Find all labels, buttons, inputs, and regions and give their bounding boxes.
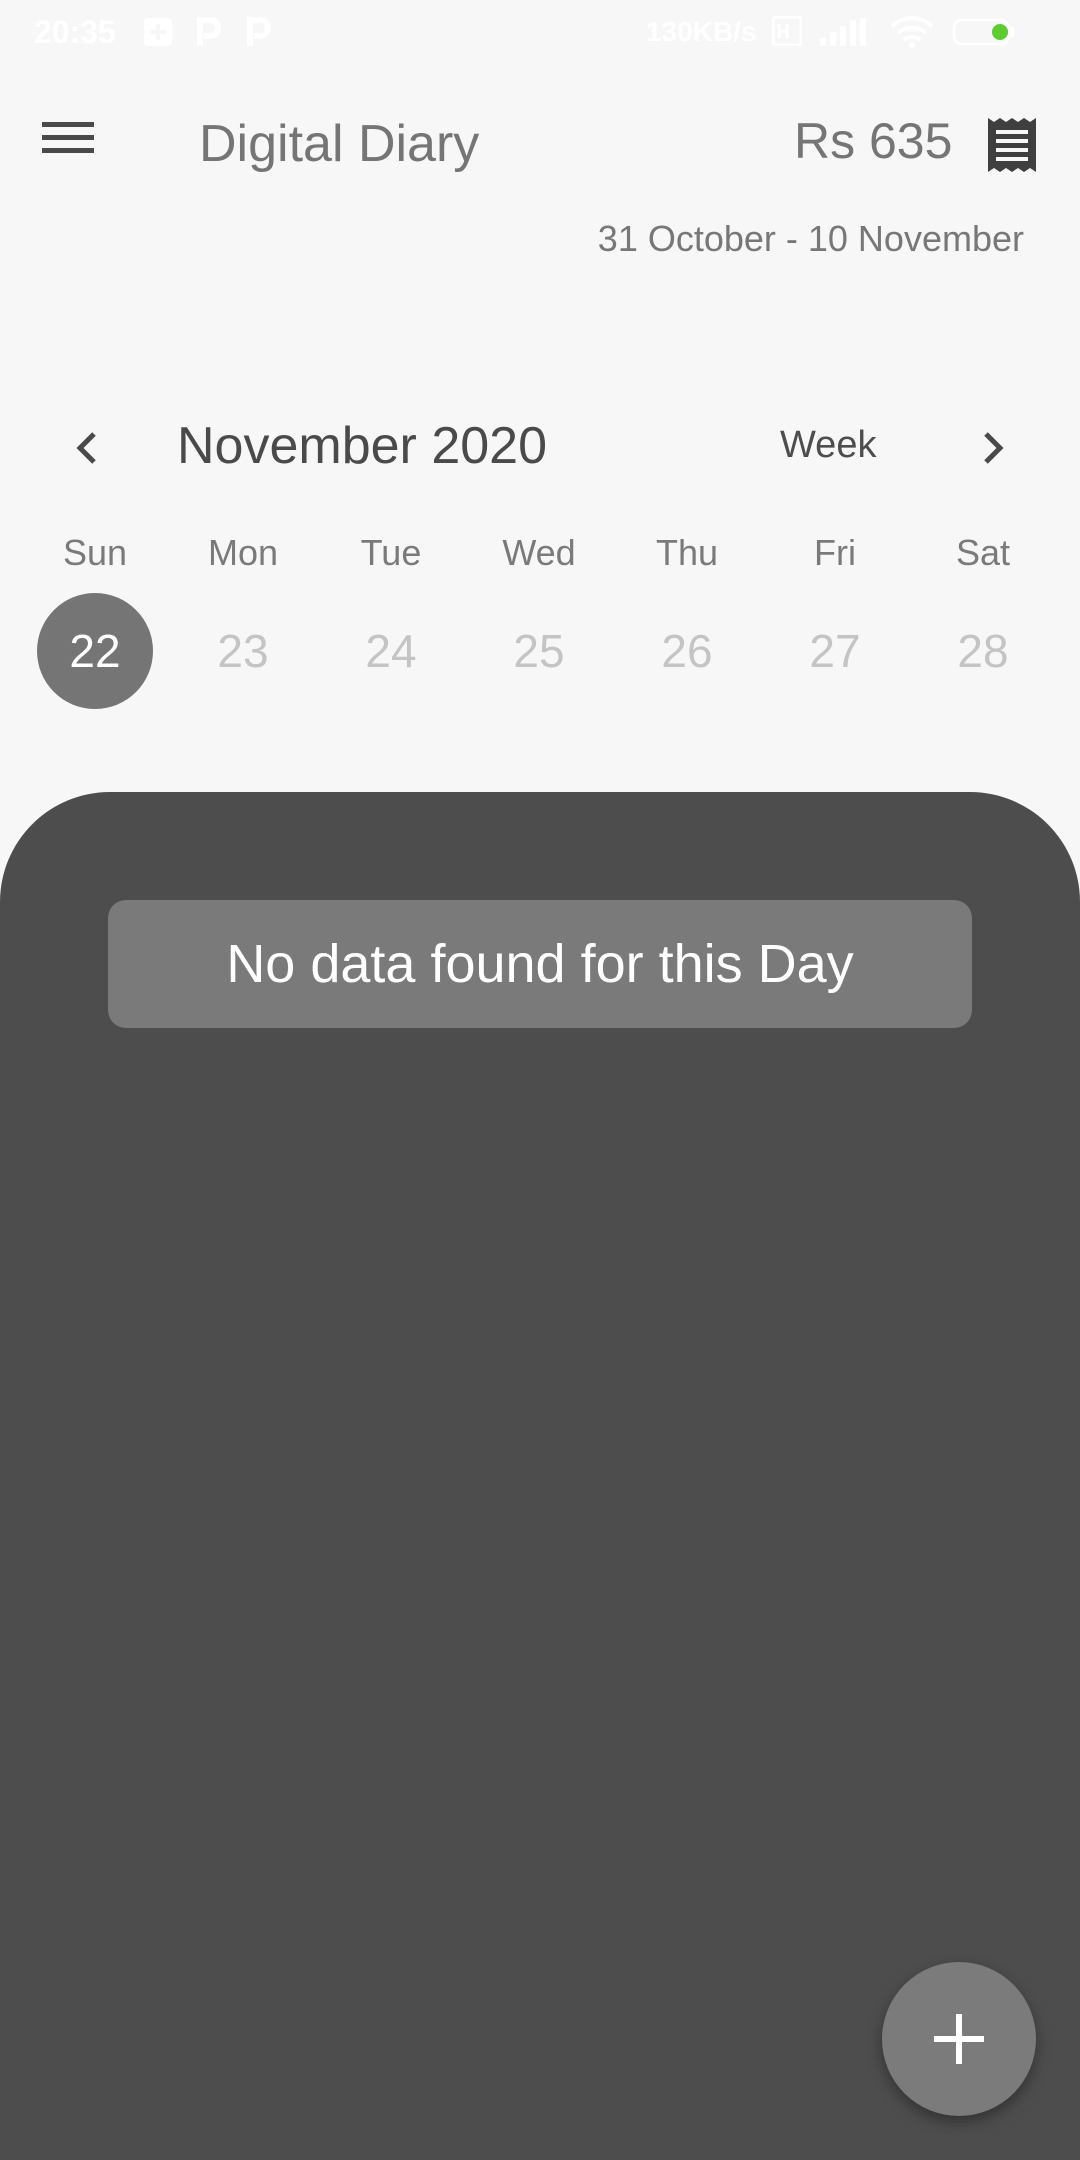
weekday-label: Wed (502, 532, 576, 573)
weekday-label: Tue (360, 532, 422, 573)
wifi-icon (890, 16, 934, 56)
day-cell-selected[interactable]: 22 (37, 593, 153, 709)
previous-week-button[interactable] (64, 424, 112, 472)
app-title: Digital Diary (199, 115, 480, 173)
weekday-label: Fri (814, 532, 856, 573)
balance-amount: Rs 635 (794, 113, 953, 169)
battery-icon (952, 16, 1016, 56)
menu-button[interactable] (42, 118, 112, 170)
status-bar: 20:35 130KB/s (0, 0, 1080, 64)
app-bar: Digital Diary Rs 635 (0, 96, 1080, 192)
weekday-header-row: Sun Mon Tue Wed Thu Fri Sat (0, 532, 1080, 582)
day-cell[interactable]: 26 (629, 593, 745, 709)
calendar-format-button[interactable]: Week (780, 424, 876, 467)
plus-box-icon (142, 16, 174, 56)
receipt-icon (988, 118, 1036, 172)
entries-panel: No data found for this Day (0, 792, 1080, 2160)
status-time: 20:35 (34, 14, 116, 50)
empty-state-message: No data found for this Day (108, 900, 972, 1028)
day-cell[interactable]: 28 (925, 593, 1041, 709)
receipt-button[interactable] (986, 116, 1042, 174)
network-speed: 130KB/s (646, 16, 757, 47)
day-cell[interactable]: 27 (777, 593, 893, 709)
weekday-label: Mon (207, 532, 279, 573)
chevron-right-icon (984, 432, 1004, 464)
chevron-left-icon (76, 432, 96, 464)
signal-icon (818, 16, 876, 56)
hamburger-menu-icon (42, 122, 94, 153)
add-entry-button[interactable] (882, 1962, 1036, 2116)
next-week-button[interactable] (968, 424, 1016, 472)
p-icon (244, 16, 272, 56)
weekday-label: Sun (62, 532, 128, 573)
weekday-label: Thu (655, 532, 719, 573)
p-icon (194, 16, 222, 56)
week-days-row: 22 23 24 25 26 27 28 (0, 593, 1080, 709)
plus-icon (934, 2014, 984, 2064)
weekday-label: Sat (955, 532, 1011, 573)
hd-icon (771, 15, 803, 54)
day-cell[interactable]: 25 (481, 593, 597, 709)
date-range: 31 October - 10 November (597, 218, 1024, 259)
calendar-header: November 2020 Week (0, 410, 1080, 486)
day-cell[interactable]: 23 (185, 593, 301, 709)
day-cell[interactable]: 24 (333, 593, 449, 709)
month-label: November 2020 (177, 417, 547, 475)
